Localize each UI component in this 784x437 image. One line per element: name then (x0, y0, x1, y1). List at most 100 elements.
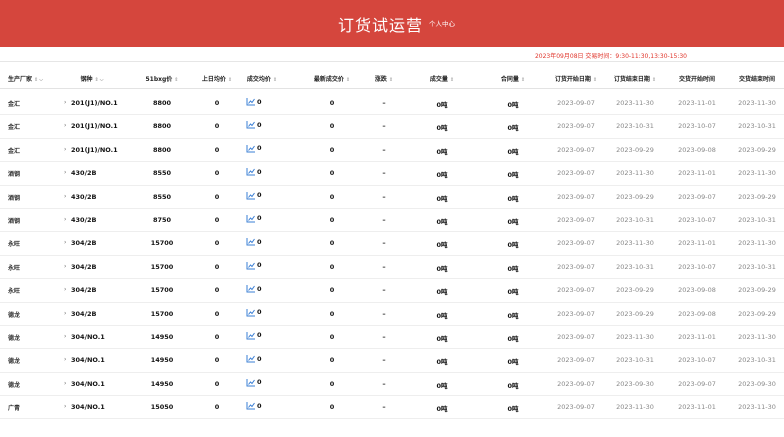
change-cell: – (382, 356, 386, 365)
line-chart-icon[interactable] (246, 191, 256, 200)
sort-icon[interactable]: ⇕ (389, 77, 393, 83)
table-row[interactable]: 永旺 › 304/2B 15700 0 0 0 – 0吨 0吨 2023-09-07 2023-09-… (0, 279, 784, 303)
column-header-order-end-date[interactable]: 订货结束日期 ⇕ (614, 74, 656, 83)
sort-icon[interactable]: ⇕ (34, 77, 38, 83)
sort-icon[interactable]: ⇕ (228, 77, 232, 83)
line-chart-icon[interactable] (246, 331, 256, 340)
contract-volume-cell: 0吨 (507, 405, 519, 414)
sort-icon[interactable]: ⇕ (346, 77, 350, 83)
line-chart-icon[interactable] (246, 167, 256, 176)
sort-icon[interactable]: ⇕ (174, 77, 178, 83)
table-row[interactable]: 金汇 › 201(J1)/NO.1 8800 0 0 0 – 0吨 0吨 2023-09-07 202… (0, 115, 784, 139)
deal-avg-cell[interactable]: 0 (246, 308, 262, 317)
table-row[interactable]: 德龙 › 304/NO.1 14950 0 0 0 – 0吨 0吨 2023-09-07 2023-1… (0, 326, 784, 350)
table-row[interactable]: 永旺 › 304/2B 15700 0 0 0 – 0吨 0吨 2023-09-07 2023-10-… (0, 256, 784, 280)
grade-cell: 430/2B (71, 215, 97, 224)
line-chart-icon[interactable] (246, 284, 256, 293)
deal-avg-cell[interactable]: 0 (246, 214, 262, 223)
deal-avg-cell[interactable]: 0 (246, 401, 262, 410)
column-header-grade[interactable]: 钢种 ⇕⌵ (80, 74, 103, 83)
deal-avg-cell[interactable]: 0 (246, 237, 262, 246)
change-cell: – (382, 192, 386, 201)
deal-avg-cell[interactable]: 0 (246, 120, 262, 129)
sort-icon[interactable]: ⇕ (652, 77, 656, 83)
column-header-manufacturer[interactable]: 生产厂家 ⇕⌵ (8, 74, 43, 83)
table-row[interactable]: 广青 › 304/NO.1 15050 0 0 0 – 0吨 0吨 2023-09-07 2023-1… (0, 396, 784, 420)
delivery-end-time-cell: 2023-10-31 (738, 122, 776, 131)
table-row[interactable]: 酒钢 › 430/2B 8550 0 0 0 – 0吨 0吨 2023-09-07 2023-11-3… (0, 162, 784, 186)
chevron-right-icon[interactable]: › (64, 193, 66, 200)
line-chart-icon[interactable] (246, 214, 256, 223)
table-row[interactable]: 酒钢 › 430/2B 8550 0 0 0 – 0吨 0吨 2023-09-07 2023-09-2… (0, 186, 784, 209)
deal-avg-cell[interactable]: 0 (246, 167, 262, 176)
sort-icon[interactable]: ⇕ (450, 77, 454, 83)
order-end-date-cell: 2023-11-30 (616, 169, 654, 178)
deal-avg-cell[interactable]: 0 (246, 331, 262, 340)
table-row[interactable]: 永旺 › 304/2B 15700 0 0 0 – 0吨 0吨 2023-09-07 2023-11-… (0, 232, 784, 256)
deal-avg-cell[interactable]: 0 (246, 354, 262, 363)
latest-price-cell: 0 (329, 122, 335, 131)
line-chart-icon[interactable] (246, 308, 256, 317)
table-row[interactable]: 德龙 › 304/NO.1 14950 0 0 0 – 0吨 0吨 2023-09-07 2023-1… (0, 349, 784, 373)
chevron-right-icon[interactable]: › (64, 403, 66, 410)
order-end-date-cell: 2023-10-31 (616, 215, 654, 224)
filter-icon[interactable]: ⌵ (39, 77, 43, 83)
column-header-latest-price[interactable]: 最新成交价 ⇕ (314, 74, 350, 83)
delivery-end-time-cell: 2023-10-31 (738, 215, 776, 224)
column-header-change[interactable]: 涨跌 ⇕ (375, 74, 393, 83)
sort-icon[interactable]: ⇕ (95, 77, 99, 83)
chevron-right-icon[interactable]: › (64, 356, 66, 363)
chevron-right-icon[interactable]: › (64, 286, 66, 293)
column-header-order-start-date[interactable]: 订货开始日期 ⇕ (555, 74, 597, 83)
prev-avg-price-cell: 0 (214, 286, 220, 295)
line-chart-icon[interactable] (246, 144, 256, 153)
change-cell: – (382, 239, 386, 248)
chevron-right-icon[interactable]: › (64, 122, 66, 129)
deal-avg-cell[interactable]: 0 (246, 97, 262, 106)
order-start-date-cell: 2023-09-07 (557, 215, 595, 224)
chevron-right-icon[interactable]: › (64, 146, 66, 153)
trading-session-text: 2023年09月08日 交易时间：9:30-11:30,13:30-15:30 (534, 53, 687, 60)
line-chart-icon[interactable] (246, 97, 256, 106)
column-header-deal-avg-price[interactable]: 成交均价 ⇕ (247, 74, 277, 83)
deal-avg-cell[interactable]: 0 (246, 284, 262, 293)
filter-icon[interactable]: ⌵ (100, 77, 104, 83)
order-start-date-cell: 2023-09-07 (557, 192, 595, 201)
sort-icon[interactable]: ⇕ (521, 77, 525, 83)
deal-avg-cell[interactable]: 0 (246, 261, 262, 270)
line-chart-icon[interactable] (246, 237, 256, 246)
table-row[interactable]: 德龙 › 304/NO.1 14950 0 0 0 – 0吨 0吨 2023-09-07 2023-0… (0, 373, 784, 397)
table-row[interactable]: 德龙 › 304/2B 15700 0 0 0 – 0吨 0吨 2023-09-07 2023-09-… (0, 303, 784, 326)
prev-avg-price-cell: 0 (214, 262, 220, 271)
bxg-price-cell: 14950 (150, 356, 174, 365)
column-header-contract-volume[interactable]: 合同量 ⇕ (501, 74, 525, 83)
table-row[interactable]: 酒钢 › 430/2B 8750 0 0 0 – 0吨 0吨 2023-09-07 2023-10-3… (0, 209, 784, 233)
line-chart-icon[interactable] (246, 401, 256, 410)
deal-avg-cell[interactable]: 0 (246, 144, 262, 153)
user-center-link[interactable]: 个人中心 (429, 18, 455, 28)
column-header-volume[interactable]: 成交量 ⇕ (430, 74, 454, 83)
table-row[interactable]: 金汇 › 201(J1)/NO.1 8800 0 0 0 – 0吨 0吨 2023-09-07 202… (0, 92, 784, 116)
table-row[interactable]: 金汇 › 201(J1)/NO.1 8800 0 0 0 – 0吨 0吨 2023-09-07 202… (0, 139, 784, 163)
chevron-right-icon[interactable]: › (64, 333, 66, 340)
volume-cell: 0吨 (436, 358, 448, 367)
sort-icon[interactable]: ⇕ (593, 77, 597, 83)
line-chart-icon[interactable] (246, 378, 256, 387)
contract-volume-cell: 0吨 (507, 264, 519, 273)
chevron-right-icon[interactable]: › (64, 263, 66, 270)
line-chart-icon[interactable] (246, 120, 256, 129)
line-chart-icon[interactable] (246, 354, 256, 363)
deal-avg-cell[interactable]: 0 (246, 378, 262, 387)
line-chart-icon[interactable] (246, 261, 256, 270)
sort-icon[interactable]: ⇕ (273, 77, 277, 83)
delivery-end-time-cell: 2023-09-29 (738, 192, 776, 201)
deal-avg-cell[interactable]: 0 (246, 191, 262, 200)
column-header-bxg-price[interactable]: 51bxg价 ⇕ (145, 74, 178, 83)
chevron-right-icon[interactable]: › (64, 169, 66, 176)
column-header-prev-avg-price[interactable]: 上日均价 ⇕ (202, 74, 232, 83)
chevron-right-icon[interactable]: › (64, 239, 66, 246)
chevron-right-icon[interactable]: › (64, 216, 66, 223)
chevron-right-icon[interactable]: › (64, 380, 66, 387)
chevron-right-icon[interactable]: › (64, 310, 66, 317)
chevron-right-icon[interactable]: › (64, 99, 66, 106)
